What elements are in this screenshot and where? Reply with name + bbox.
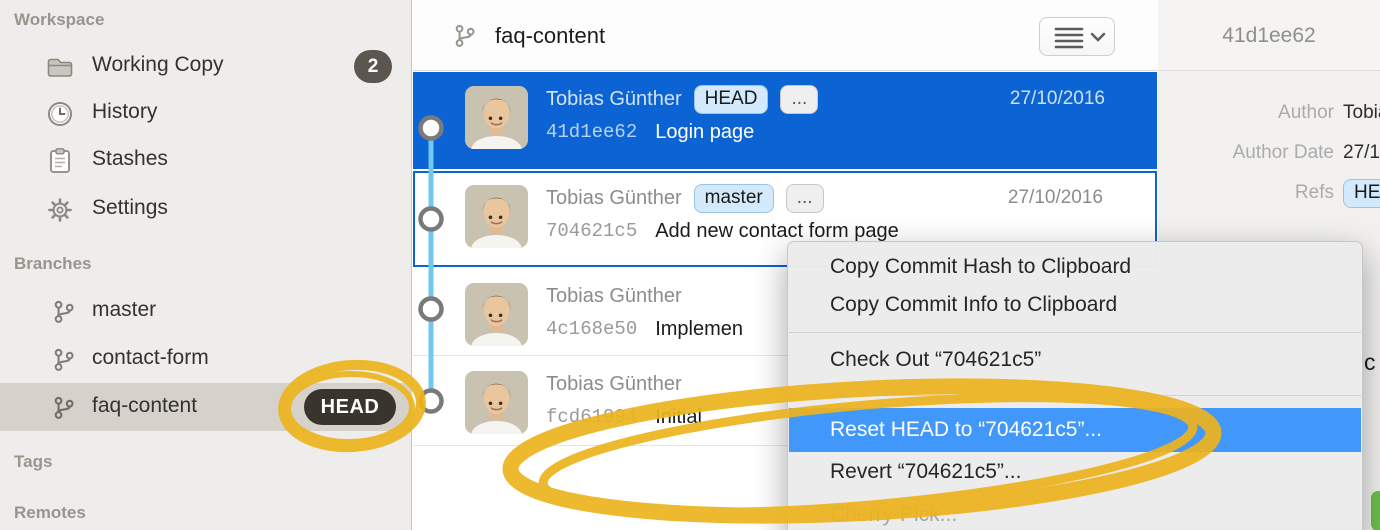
branch-icon <box>52 396 76 420</box>
sidebar-item-label: Stashes <box>92 147 168 171</box>
sidebar-item-label: History <box>92 100 157 124</box>
field-label: Author Date <box>1158 142 1334 164</box>
ref-badge-head[interactable]: HEAD <box>694 85 769 114</box>
commit-author: Tobias Günther <box>546 187 682 210</box>
menu-item-check-out[interactable]: Check Out “704621c5” <box>789 340 1361 380</box>
more-refs-badge[interactable]: ... <box>780 85 818 114</box>
avatar <box>465 283 528 346</box>
context-menu: Copy Commit Hash to Clipboard Copy Commi… <box>787 241 1363 530</box>
field-label: Author <box>1158 102 1334 124</box>
sidebar-item-working-copy[interactable]: Working Copy <box>0 47 412 87</box>
commit-hash: 41d1ee62 <box>546 121 637 143</box>
commit-date: 27/10/2016 <box>1010 88 1105 110</box>
folder-icon <box>46 53 74 81</box>
current-branch-title: faq-content <box>495 23 605 49</box>
commit-hash: 704621c5 <box>546 220 637 242</box>
sidebar-section-remotes[interactable]: Remotes <box>14 503 86 523</box>
detail-field-author-date: Author Date 27/10/2016 <box>1158 135 1380 171</box>
menu-item-cherry-pick[interactable]: Cherry-Pick... <box>789 496 1361 530</box>
commit-message: Implemen <box>655 318 743 341</box>
commit-hash: 4c168e50 <box>546 318 637 340</box>
sidebar-item-branch-contact-form[interactable]: contact-form <box>0 340 412 380</box>
commit-message: Add new contact form page <box>655 220 898 243</box>
avatar <box>465 371 528 434</box>
sidebar-item-stashes[interactable]: Stashes <box>0 141 412 181</box>
field-label: Refs <box>1158 182 1334 204</box>
menu-separator <box>789 332 1361 333</box>
menu-item-copy-info[interactable]: Copy Commit Info to Clipboard <box>789 286 1361 324</box>
field-value: 27/10/2016 <box>1343 142 1380 164</box>
commit-date: 27/10/2016 <box>1008 187 1103 209</box>
commit-row[interactable]: Tobias Günther HEAD ... 41d1ee62 Login p… <box>413 72 1157 169</box>
sidebar-item-label: faq-content <box>92 394 197 418</box>
sidebar-item-label: Settings <box>92 196 168 220</box>
sidebar-section-branches: Branches <box>14 254 91 274</box>
sidebar-item-history[interactable]: History <box>0 94 412 134</box>
gear-icon <box>46 196 74 224</box>
branch-icon <box>52 300 76 324</box>
branch-icon <box>52 348 76 372</box>
commit-author: Tobias Günther <box>546 285 682 308</box>
view-options-button[interactable] <box>1039 17 1115 56</box>
git-client-window: Workspace Working Copy History Stashes S… <box>0 0 1380 530</box>
sidebar-item-label: master <box>92 298 156 322</box>
commit-author: Tobias Günther <box>546 373 682 396</box>
sidebar-section-tags[interactable]: Tags <box>14 452 52 472</box>
working-copy-count-badge: 2 <box>354 50 392 83</box>
menu-item-revert[interactable]: Revert “704621c5”... <box>789 452 1361 492</box>
green-button-fragment[interactable] <box>1371 491 1380 530</box>
commit-message: Initial <box>655 406 702 429</box>
head-badge: HEAD <box>304 389 396 425</box>
sidebar-item-label: contact-form <box>92 346 209 370</box>
menu-separator <box>789 395 1361 396</box>
detail-panel-hash-title: 41d1ee62 <box>1158 0 1380 71</box>
sidebar-item-settings[interactable]: Settings <box>0 190 412 230</box>
ref-badge-master[interactable]: master <box>694 184 774 213</box>
sidebar-section-workspace: Workspace <box>14 10 104 30</box>
ref-badge-head[interactable]: HEAD <box>1343 179 1380 208</box>
commit-message: Login page <box>655 121 754 144</box>
commit-list-header: faq-content <box>413 0 1157 71</box>
detail-field-refs: Refs HEAD <box>1158 175 1380 211</box>
field-value: Tobias Günther <box>1343 102 1380 124</box>
branch-icon <box>453 24 477 48</box>
commit-hash: fcd61994 <box>546 406 637 428</box>
detail-field-author: Author Tobias Günther <box>1158 95 1380 131</box>
commit-author: Tobias Günther <box>546 88 682 111</box>
hamburger-chevron-icon <box>1040 18 1114 55</box>
sidebar-item-label: Working Copy <box>92 53 224 77</box>
clipped-panel-text: c <box>1364 349 1376 376</box>
menu-item-reset-head[interactable]: Reset HEAD to “704621c5”... <box>789 408 1361 452</box>
clipboard-icon <box>46 147 74 175</box>
sidebar-item-branch-master[interactable]: master <box>0 292 412 332</box>
menu-item-copy-hash[interactable]: Copy Commit Hash to Clipboard <box>789 248 1361 286</box>
avatar <box>465 86 528 149</box>
more-refs-badge[interactable]: ... <box>786 184 824 213</box>
sidebar: Workspace Working Copy History Stashes S… <box>0 0 412 530</box>
avatar <box>465 185 528 248</box>
clock-icon <box>46 100 74 128</box>
